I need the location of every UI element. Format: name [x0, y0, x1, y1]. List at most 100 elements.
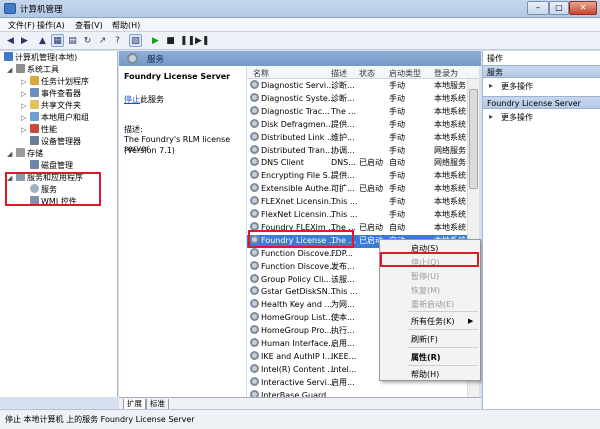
- close-button[interactable]: ✕: [569, 1, 597, 15]
- cell-desc: DNS...: [331, 158, 356, 168]
- stop-service-link[interactable]: 停止: [124, 95, 140, 104]
- menu-item-restart[interactable]: 重新启动(E): [411, 299, 454, 310]
- cell-logon: 本地系统: [434, 106, 466, 116]
- table-row[interactable]: Diagnostic Syste... 诊断... 手动 本地系统: [247, 92, 479, 106]
- cell-name: HomeGroup List...: [261, 313, 334, 323]
- cell-status: 已启动: [359, 158, 383, 168]
- cell-name: IKE and AuthIP I...: [261, 351, 333, 361]
- restart-service-icon[interactable]: ▶❚: [194, 34, 209, 47]
- cell-desc: 该服...: [331, 274, 355, 284]
- menu-item-all-tasks[interactable]: 所有任务(K): [411, 316, 455, 327]
- column-status[interactable]: 状态: [359, 68, 375, 79]
- tree-highlight-box: [5, 172, 101, 206]
- description-text-line: (Version 7.1): [124, 146, 175, 155]
- refresh-icon[interactable]: ↻: [81, 34, 94, 47]
- maximize-button[interactable]: □: [549, 1, 569, 15]
- cell-logon: 网络服务: [434, 145, 466, 155]
- expand-arrow-icon[interactable]: ▷: [21, 126, 26, 134]
- pause-service-icon[interactable]: ❚❚: [179, 34, 195, 47]
- show-action-pane-icon[interactable]: ▧: [129, 34, 142, 47]
- gear-icon: [250, 157, 259, 167]
- cell-logon: 网络服务: [434, 158, 466, 168]
- table-row[interactable]: FlexNet Licensin... This ... 手动 本地系统: [247, 209, 479, 222]
- menu-separator: [408, 347, 478, 348]
- expand-arrow-icon[interactable]: ▷: [21, 114, 26, 122]
- tree-item-local-users[interactable]: 本地用户和组: [30, 112, 89, 124]
- cell-name: Extensible Authe...: [261, 184, 337, 194]
- cell-name: DNS Client: [261, 158, 304, 168]
- description-label: 描述:: [124, 125, 143, 134]
- table-row[interactable]: Diagnostic Trac... The ... 手动 本地系统: [247, 105, 479, 119]
- scrollbar-thumb[interactable]: [469, 89, 478, 189]
- column-startup-type[interactable]: 启动类型: [389, 68, 421, 79]
- tree-item-computer-management[interactable]: 计算机管理(本地): [4, 52, 77, 64]
- gear-icon: [250, 260, 259, 270]
- gear-icon: [250, 144, 259, 154]
- more-actions-link[interactable]: 更多操作: [489, 81, 533, 92]
- cell-startup: 手动: [389, 171, 405, 181]
- help-icon[interactable]: ?: [111, 34, 124, 47]
- cell-logon: 本地系统: [434, 119, 466, 129]
- actions-section-selected-service[interactable]: Foundry License Server: [483, 96, 600, 109]
- properties-icon[interactable]: ▤: [66, 34, 79, 47]
- back-icon[interactable]: ◀: [4, 34, 17, 47]
- table-row[interactable]: Distributed Tran... 协调... 手动 网络服务: [247, 144, 479, 158]
- tree-item-disk-management[interactable]: 磁盘管理: [30, 160, 73, 172]
- menu-item-properties[interactable]: 属性(R): [411, 352, 440, 363]
- cell-name: Gstar GetDiskSN...: [261, 287, 336, 297]
- cell-logon: 本地系统: [434, 210, 466, 219]
- expand-arrow-icon[interactable]: ▷: [21, 78, 26, 86]
- minimize-button[interactable]: –: [527, 1, 549, 15]
- tree-item-system-tools[interactable]: 系统工具: [16, 64, 59, 76]
- cell-startup: 手动: [389, 119, 405, 129]
- collapse-arrow-icon[interactable]: ◢: [7, 150, 12, 158]
- menu-item-resume[interactable]: 恢复(M): [411, 285, 440, 296]
- window-title: 计算机管理: [20, 5, 63, 15]
- table-row[interactable]: Encrypting File S... 提供... 手动 本地系统: [247, 170, 479, 183]
- menu-action[interactable]: 操作(A): [37, 20, 65, 31]
- menu-item-help[interactable]: 帮助(H): [411, 369, 439, 380]
- up-folder-icon[interactable]: ▲: [36, 34, 49, 47]
- start-service-icon[interactable]: ▶: [149, 34, 162, 47]
- column-description[interactable]: 描述: [331, 68, 347, 79]
- selected-service-name: Foundry License Server: [124, 72, 231, 81]
- export-icon[interactable]: ↗: [96, 34, 109, 47]
- cell-name: Distributed Link ...: [261, 132, 335, 142]
- cell-name: Disk Defragmen...: [261, 119, 334, 129]
- tree-item-task-scheduler[interactable]: 任务计划程序: [30, 76, 89, 88]
- tree-item-storage[interactable]: 存储: [16, 148, 43, 160]
- tree-item-shared-folders[interactable]: 共享文件夹: [30, 100, 81, 112]
- gear-icon: [250, 273, 259, 283]
- tree-item-event-viewer[interactable]: 事件查看器: [30, 88, 81, 100]
- menu-item-pause[interactable]: 暂停(U): [411, 271, 439, 282]
- table-row[interactable]: FLEXnet Licensin... This ... 手动 本地系统: [247, 196, 479, 209]
- menu-item-refresh[interactable]: 刷新(F): [411, 334, 438, 345]
- cell-logon: 本地系统: [434, 222, 466, 232]
- actions-section-services[interactable]: 服务: [483, 65, 600, 78]
- stop-service-icon[interactable]: ■: [164, 34, 177, 47]
- table-row[interactable]: Extensible Authe... 可扩... 已启动 手动 本地系统: [247, 183, 479, 196]
- expand-arrow-icon[interactable]: ▷: [21, 102, 26, 110]
- tree-item-performance[interactable]: 性能: [30, 124, 57, 136]
- tree-item-device-manager[interactable]: 设备管理器: [30, 136, 81, 148]
- menu-view[interactable]: 查看(V): [75, 20, 103, 31]
- column-name[interactable]: 名称: [253, 68, 269, 79]
- more-actions-link[interactable]: 更多操作: [489, 112, 533, 123]
- collapse-arrow-icon[interactable]: ◢: [7, 66, 12, 74]
- storage-icon: [16, 148, 25, 157]
- cell-startup: 手动: [389, 93, 405, 103]
- table-row[interactable]: Disk Defragmen... 提供... 手动 本地系统: [247, 118, 479, 132]
- table-row[interactable]: Diagnostic Servi... 诊断... 手动 本地服务: [247, 80, 479, 93]
- show-tree-icon[interactable]: ▦: [51, 34, 64, 47]
- clock-icon: [30, 76, 39, 85]
- gear-icon: [250, 299, 259, 309]
- table-row[interactable]: Distributed Link ... 维护... 手动 本地系统: [247, 131, 479, 145]
- forward-icon[interactable]: ▶: [18, 34, 31, 47]
- expand-arrow-icon[interactable]: ▷: [21, 90, 26, 98]
- cell-name: Health Key and ...: [261, 300, 333, 310]
- table-row[interactable]: InterBase Guard...: [247, 389, 479, 397]
- table-row[interactable]: DNS Client DNS... 已启动 自动 网络服务: [247, 157, 479, 170]
- column-log-on-as[interactable]: 登录为: [434, 68, 458, 79]
- menu-file[interactable]: 文件(F): [8, 20, 35, 31]
- menu-help[interactable]: 帮助(H): [112, 20, 140, 31]
